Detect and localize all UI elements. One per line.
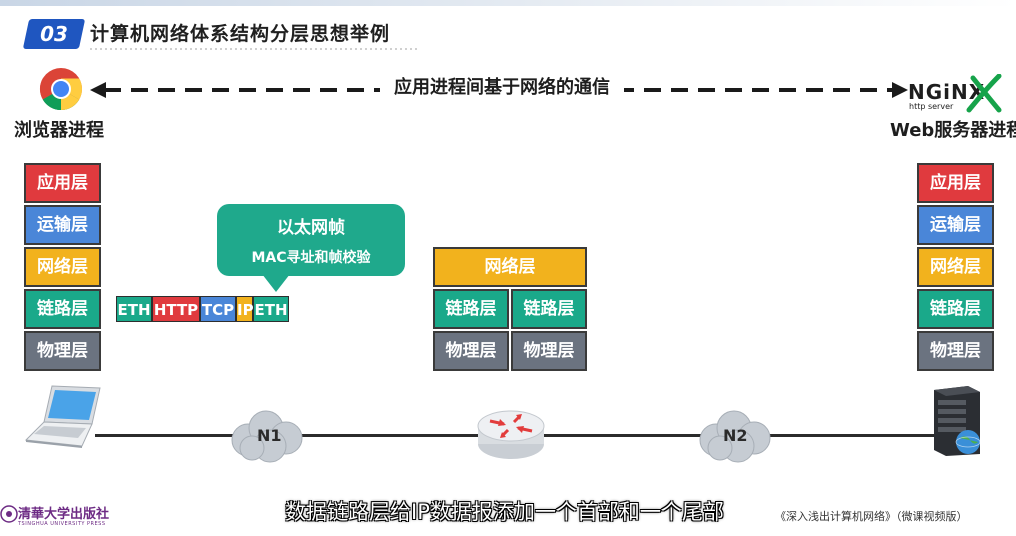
- router-port1-link-layer: 链路层: [433, 289, 509, 329]
- router-port1-physical-layer: 物理层: [433, 331, 509, 371]
- nginx-x-mark: [966, 74, 1002, 113]
- top-stripe: [0, 0, 1016, 6]
- left-application-layer: 应用层: [24, 163, 101, 203]
- right-network-layer: 网络层: [917, 247, 994, 287]
- frame-eth-header: ETH: [116, 296, 152, 322]
- slide-title: 计算机网络体系结构分层思想举例: [90, 23, 391, 45]
- publisher-name: 清華大学出版社: [18, 507, 110, 522]
- chrome-browser-icon: [39, 68, 83, 111]
- frame-tcp-header: TCP: [200, 296, 236, 322]
- router-network-layer: 网络层: [433, 247, 587, 287]
- left-transport-layer: 运输层: [24, 205, 101, 245]
- frame-http-data: HTTP: [152, 296, 200, 322]
- browser-process-label: 浏览器进程: [14, 120, 104, 141]
- book-title: 《深入浅出计算机网络》（微课视频版）: [775, 510, 968, 523]
- right-application-layer: 应用层: [917, 163, 994, 203]
- publisher-name-en: TSINGHUA UNIVERSITY PRESS: [18, 521, 106, 527]
- router-icon: [477, 410, 545, 459]
- video-subtitle: 数据链路层给IP数据报添加一个首部和一个尾部: [285, 500, 724, 524]
- right-transport-layer: 运输层: [917, 205, 994, 245]
- callout-pointer: [262, 274, 290, 292]
- frame-eth-trailer: ETH: [253, 296, 289, 322]
- router-port2-physical-layer: 物理层: [511, 331, 587, 371]
- title-underline: [90, 48, 420, 50]
- tsinghua-seal-logo: [0, 505, 18, 523]
- nginx-logo: NGiNX http server: [905, 74, 1005, 114]
- callout-title: 以太网帧: [277, 218, 345, 238]
- communication-label: 应用进程间基于网络的通信: [380, 76, 624, 100]
- left-physical-layer: 物理层: [24, 331, 101, 371]
- router-port2-link-layer: 链路层: [511, 289, 587, 329]
- frame-ip-header: IP: [236, 296, 254, 322]
- laptop-icon: [24, 385, 101, 448]
- section-number: 03: [40, 22, 68, 46]
- right-physical-layer: 物理层: [917, 331, 994, 371]
- web-server-process-label: Web服务器进程: [890, 120, 1016, 141]
- network-n1-label: N1: [257, 426, 282, 445]
- callout-subtitle: MAC寻址和帧校验: [251, 250, 371, 266]
- server-icon: [934, 386, 981, 456]
- right-link-layer: 链路层: [917, 289, 994, 329]
- nginx-logo-subtext: http server: [909, 102, 954, 111]
- left-network-layer: 网络层: [24, 247, 101, 287]
- left-link-layer: 链路层: [24, 289, 101, 329]
- network-n2-label: N2: [723, 426, 748, 445]
